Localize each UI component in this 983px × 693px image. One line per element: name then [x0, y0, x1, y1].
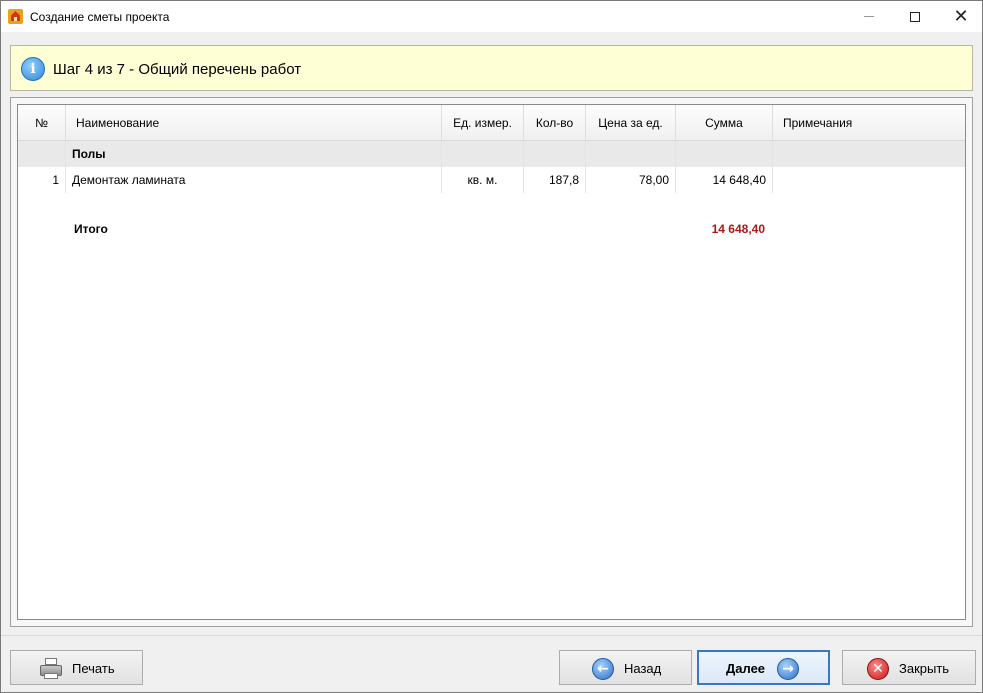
step-banner: i Шаг 4 из 7 - Общий перечень работ — [10, 45, 973, 91]
close-x-icon: ✕ — [953, 5, 969, 27]
column-price[interactable]: Цена за ед. — [586, 105, 676, 141]
works-table[interactable]: № Наименование Ед. измер. Кол-во Цена за… — [17, 104, 966, 620]
print-button-label: Печать — [72, 661, 115, 676]
minimize-icon — [864, 16, 874, 17]
column-notes[interactable]: Примечания — [773, 105, 965, 141]
column-name[interactable]: Наименование — [66, 105, 442, 141]
house-icon — [8, 9, 23, 24]
row-notes — [773, 167, 965, 193]
group-name: Полы — [66, 141, 442, 167]
column-sum[interactable]: Сумма — [676, 105, 773, 141]
maximize-icon — [910, 11, 920, 22]
close-button-label: Закрыть — [899, 661, 950, 676]
estimate-wizard-window: Создание сметы проекта ✕ i Шаг 4 из 7 - … — [0, 0, 983, 693]
info-icon: i — [21, 57, 45, 81]
step-title: Шаг 4 из 7 - Общий перечень работ — [53, 61, 302, 78]
row-name: Демонтаж ламината — [66, 167, 442, 193]
close-button[interactable]: ✕ Закрыть — [842, 650, 976, 685]
arrow-left-icon: ← — [592, 658, 614, 680]
print-button[interactable]: Печать — [10, 650, 143, 685]
column-number[interactable]: № — [18, 105, 66, 141]
table-header: № Наименование Ед. измер. Кол-во Цена за… — [18, 105, 965, 141]
window-title: Создание сметы проекта — [30, 10, 170, 24]
row-quantity: 187,8 — [524, 167, 586, 193]
close-icon: ✕ — [867, 658, 889, 680]
group-unit-cell — [442, 141, 524, 167]
group-price-cell — [586, 141, 676, 167]
maximize-button[interactable] — [892, 1, 938, 32]
back-button[interactable]: ← Назад — [559, 650, 692, 685]
column-unit[interactable]: Ед. измер. — [442, 105, 524, 141]
group-number-cell — [18, 141, 66, 167]
group-quantity-cell — [524, 141, 586, 167]
back-button-label: Назад — [624, 661, 662, 676]
group-sum-cell — [676, 141, 773, 167]
total-value: 14 648,40 — [711, 222, 765, 236]
group-notes-cell — [773, 141, 965, 167]
total-label: Итого — [74, 222, 108, 236]
row-unit: кв. м. — [442, 167, 524, 193]
group-row[interactable]: Полы — [18, 141, 965, 167]
title-bar[interactable]: Создание сметы проекта ✕ — [1, 1, 982, 32]
table-row[interactable]: 1 Демонтаж ламината кв. м. 187,8 78,00 1… — [18, 167, 965, 193]
row-number: 1 — [18, 167, 66, 193]
minimize-button[interactable] — [846, 1, 892, 32]
row-sum: 14 648,40 — [676, 167, 773, 193]
printer-icon — [40, 658, 62, 680]
footer-divider — [1, 635, 982, 636]
window-close-button[interactable]: ✕ — [938, 1, 983, 32]
next-button-label: Далее — [726, 661, 766, 676]
arrow-right-icon: → — [777, 658, 799, 680]
column-quantity[interactable]: Кол-во — [524, 105, 586, 141]
row-price: 78,00 — [586, 167, 676, 193]
table-panel: № Наименование Ед. измер. Кол-во Цена за… — [10, 97, 973, 627]
next-button[interactable]: Далее → — [697, 650, 830, 685]
